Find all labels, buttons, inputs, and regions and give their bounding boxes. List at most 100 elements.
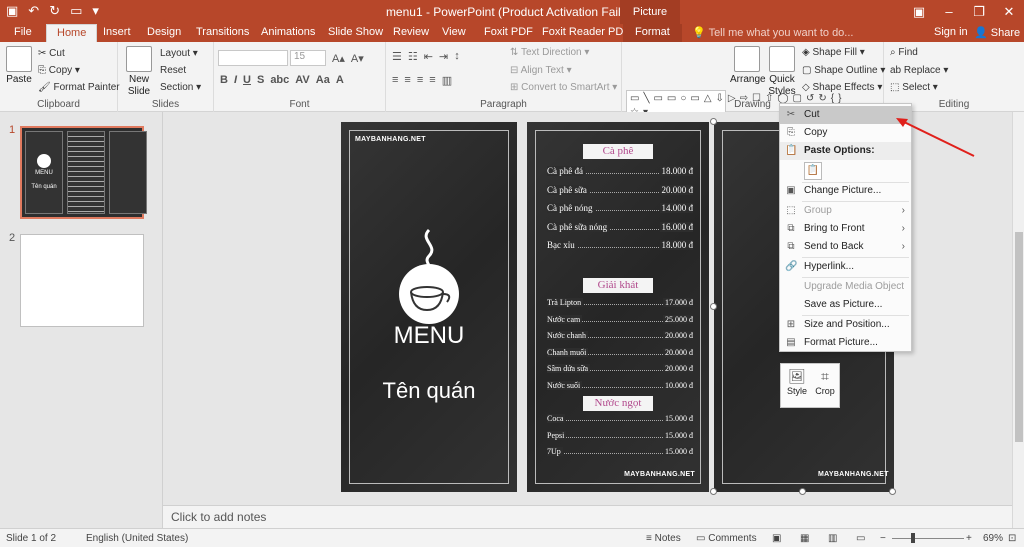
minimize-icon[interactable]: – [934,0,964,24]
comments-toggle[interactable]: ▭ Comments [696,533,757,544]
crop-button[interactable]: ⌗ Crop [812,368,838,396]
menu-item-name: Bạc xỉu [547,240,577,250]
menu-item-send-to-back[interactable]: ⧉ Send to Back › [780,238,911,256]
selection-handle-ml[interactable] [710,303,717,310]
font-color-icon[interactable]: A [336,74,344,86]
tab-animations[interactable]: Animations [261,26,315,38]
share-button[interactable]: 👤 Share [974,26,1020,39]
ribbon-display-icon[interactable]: ▣ [904,0,934,24]
slide-sorter-icon[interactable]: ▦ [800,533,809,544]
zoom-out-icon[interactable]: − [880,533,886,544]
menu-items-panel[interactable]: Cà phê Cà phê đá 18.000 đ Cà phê sữa 20.000… [527,122,709,492]
outdent-icon[interactable]: ⇥ [439,50,448,63]
slide-thumbnail-1[interactable]: MENU Tên quán [20,126,147,219]
tab-slide-show[interactable]: Slide Show [328,26,383,38]
menu-item-size-position[interactable]: ⊞ Size and Position... [780,316,911,334]
convert-smartart-button[interactable]: ⊞ Convert to SmartArt ▾ [510,82,617,93]
notes-toggle[interactable]: ≡ Notes [646,533,681,544]
line-spacing-icon[interactable]: ↕ [454,50,460,63]
columns-icon[interactable]: ▥ [442,74,452,87]
selection-handle-tl[interactable] [710,118,717,125]
increase-font-icon[interactable]: A▴ [332,52,345,65]
change-case-icon[interactable]: Aa [316,74,330,86]
selection-handle-bm[interactable] [799,488,806,495]
selection-handle-br[interactable] [889,488,896,495]
align-text-button[interactable]: ⊟ Align Text ▾ [510,65,572,76]
italic-icon[interactable]: I [234,74,237,86]
quick-styles-button[interactable]: Quick Styles [766,46,798,98]
menu-item-cut[interactable]: ✂ Cut [780,106,911,124]
justify-icon[interactable]: ≡ [429,74,435,87]
fit-slide-icon[interactable]: ⊡ [1008,533,1016,544]
font-size-combo[interactable]: 15 [290,50,326,66]
normal-view-icon[interactable]: ▣ [772,533,781,544]
notes-pane[interactable]: Click to add notes [163,505,1012,528]
shape-outline-button[interactable]: ▢ Shape Outline ▾ [802,65,885,76]
tab-design[interactable]: Design [147,26,181,38]
vertical-scrollbar[interactable] [1012,112,1024,528]
menu-item-save-as-picture[interactable]: Save as Picture... [780,296,911,314]
tab-format[interactable]: Format [623,24,682,42]
align-center-icon[interactable]: ≡ [404,74,410,87]
tab-file[interactable]: File [14,26,32,38]
menu-item-upgrade-media: Upgrade Media Object [780,278,911,296]
menu-item-bring-to-front[interactable]: ⧉ Bring to Front › [780,220,911,238]
selection-handle-bl[interactable] [710,488,717,495]
reading-view-icon[interactable]: ▥ [828,533,837,544]
tab-view[interactable]: View [442,26,466,38]
menu-item-change-picture[interactable]: ▣ Change Picture... [780,182,911,200]
char-spacing-icon[interactable]: AV [295,74,309,86]
indent-icon[interactable]: ⇤ [424,50,433,63]
strikethrough-icon[interactable]: abc [270,74,289,86]
menu-item-format-picture[interactable]: ▤ Format Picture... [780,334,911,352]
underline-icon[interactable]: U [243,74,251,86]
tab-foxit-pdf[interactable]: Foxit PDF [484,26,533,38]
zoom-level[interactable]: 69% [983,533,1003,544]
scrollbar-thumb[interactable] [1015,232,1023,442]
paste-picture-option[interactable]: 📋 [804,162,822,180]
slide-thumbnail-2[interactable] [20,234,144,327]
select-button[interactable]: ⬚ Select ▾ [890,82,938,93]
new-slide-button[interactable]: New Slide [124,46,154,98]
shadow-icon[interactable]: S [257,74,264,86]
shape-effects-button[interactable]: ◇ Shape Effects ▾ [802,82,882,93]
tab-foxit-reader-pdf[interactable]: Foxit Reader PDF [542,26,630,38]
close-icon[interactable]: ✕ [994,0,1024,24]
arrange-button[interactable]: Arrange [730,46,766,86]
bold-icon[interactable]: B [220,74,228,86]
text-direction-button[interactable]: ⇅ Text Direction ▾ [510,47,589,58]
zoom-slider[interactable] [892,538,964,539]
format-painter-button[interactable]: 🖌 Format Painter [38,82,120,93]
cut-button[interactable]: ✂ Cut [38,48,65,59]
sign-in-link[interactable]: Sign in [934,26,968,38]
tab-insert[interactable]: Insert [103,26,131,38]
menu-cover-panel[interactable]: MAYBANHANG.NET MENU Tên quán [341,122,517,492]
paste-button[interactable]: Paste [4,46,34,86]
numbering-icon[interactable]: ☷ [408,50,418,63]
bullets-icon[interactable]: ☰ [392,50,402,63]
menu-item-copy[interactable]: ⎘ Copy [780,124,911,142]
align-right-icon[interactable]: ≡ [417,74,423,87]
zoom-in-icon[interactable]: + [966,533,972,544]
font-name-combo[interactable] [218,50,288,66]
tab-home[interactable]: Home [46,24,98,42]
language-indicator[interactable]: English (United States) [86,533,188,544]
layout-button[interactable]: Layout ▾ [160,48,198,59]
restore-icon[interactable]: ❐ [964,0,994,24]
replace-button[interactable]: ab Replace ▾ [890,65,948,76]
shape-fill-button[interactable]: ◈ Shape Fill ▾ [802,47,865,58]
align-left-icon[interactable]: ≡ [392,74,398,87]
decrease-font-icon[interactable]: A▾ [351,52,364,65]
tab-transitions[interactable]: Transitions [196,26,249,38]
section-button[interactable]: Section ▾ [160,82,201,93]
reset-button[interactable]: Reset [160,65,186,76]
slideshow-view-icon[interactable]: ▭ [856,533,865,544]
coffee-cup-icon [399,228,459,324]
menu-item-hyperlink[interactable]: 🔗 Hyperlink... [780,258,911,276]
find-button[interactable]: ⌕ Find [890,47,918,58]
zoom-slider-thumb[interactable] [911,533,915,543]
copy-button[interactable]: ⎘ Copy ▾ [38,65,80,76]
tab-review[interactable]: Review [393,26,429,38]
style-button[interactable]: 🖼 Style [784,368,810,396]
tell-me-search[interactable]: 💡 Tell me what you want to do... [692,26,853,39]
